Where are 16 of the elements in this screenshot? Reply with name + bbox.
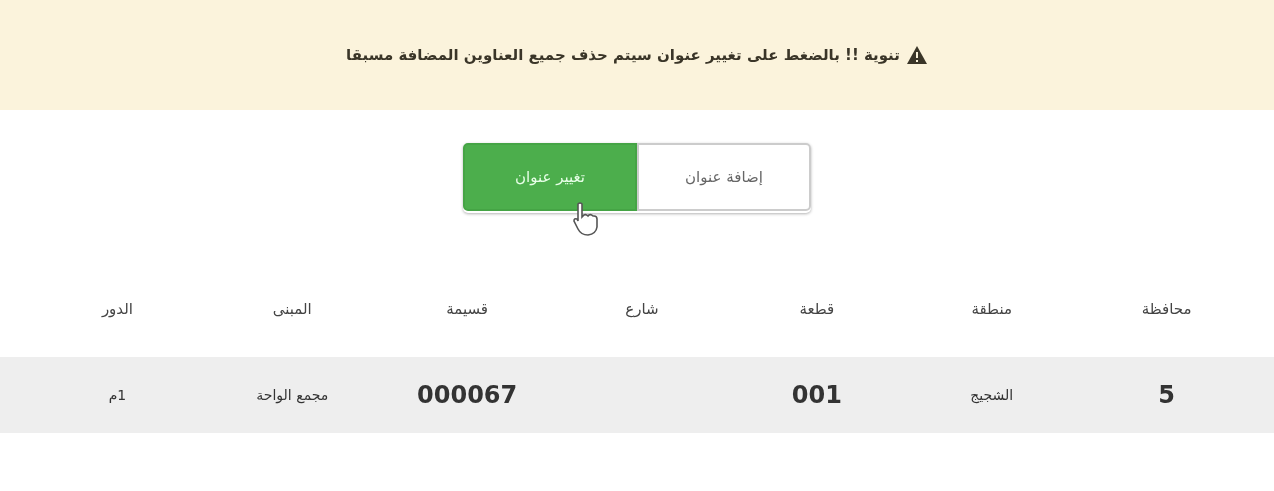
column-header: محافظة	[1141, 300, 1192, 318]
warning-message: تنوية !! بالضغط على تغيير عنوان سيتم حذف جميع العناوين المضافة مسبقا	[346, 46, 900, 64]
column-header: شارع	[625, 300, 659, 318]
table-cell: مجمع الواحة	[256, 387, 329, 403]
table-cell: 000067	[417, 381, 518, 409]
column-header: قطعة	[799, 300, 835, 318]
table-cell: الشجيج	[970, 387, 1014, 403]
address-option-button[interactable]: إضافة عنوان	[637, 143, 811, 211]
table-cell: 5	[1158, 381, 1175, 409]
warning-icon	[905, 45, 928, 65]
column-header: قسيمة	[446, 300, 489, 318]
column-header: الدور	[101, 300, 133, 318]
column-header: منطقة	[971, 300, 1012, 318]
table-cell: 001	[791, 381, 842, 409]
column-header: المبنى	[272, 300, 312, 318]
table-cell: 1م	[108, 387, 127, 403]
